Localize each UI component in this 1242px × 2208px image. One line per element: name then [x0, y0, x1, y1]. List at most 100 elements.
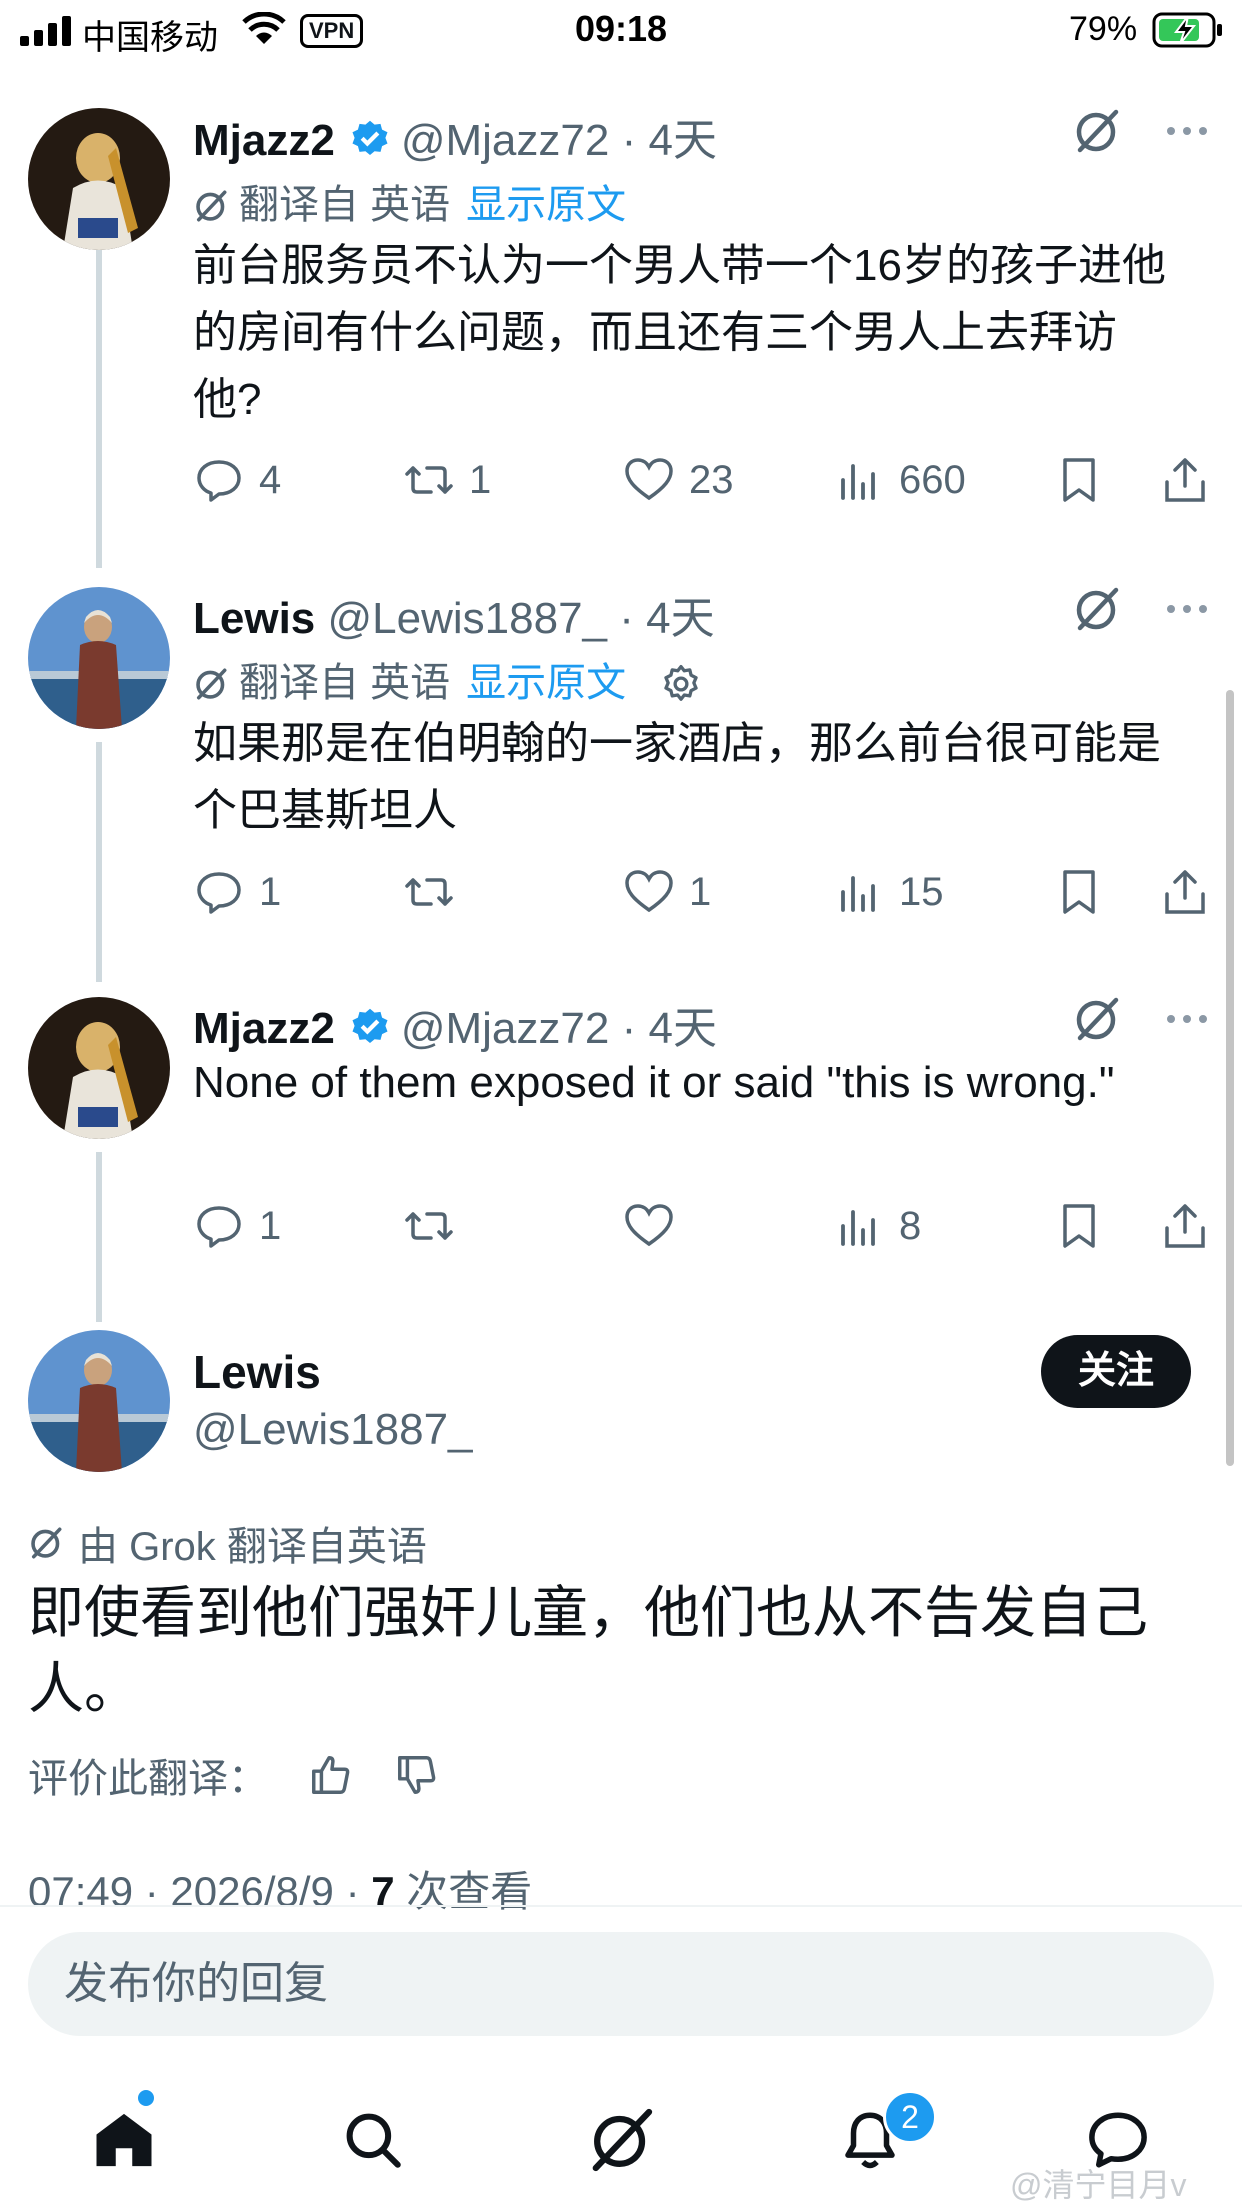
- thread-connector: [96, 742, 102, 982]
- bookmark-icon: [1063, 458, 1095, 502]
- author-handle[interactable]: @Lewis1887_: [328, 594, 608, 643]
- post-meta: 07:49 · 2026/8/9 · 7 次查看: [28, 1858, 532, 1919]
- share-button[interactable]: [1159, 866, 1211, 918]
- bookmark-button[interactable]: [1053, 1200, 1105, 1252]
- bookmark-icon: [1063, 1204, 1095, 1248]
- views-label: 次查看: [394, 1868, 533, 1915]
- bookmark-button[interactable]: [1053, 866, 1105, 918]
- tweet-text: 如果那是在伯明翰的一家酒店，那么前台很可能是个巴基斯坦人: [193, 719, 1161, 835]
- repost-count: 1: [469, 457, 492, 502]
- reply-count: 1: [259, 869, 282, 914]
- like-count: 1: [689, 869, 712, 914]
- home-icon: [96, 2113, 152, 2167]
- view-count: 660: [899, 457, 966, 502]
- share-icon: [1165, 1204, 1205, 1248]
- home-tab[interactable]: [84, 2100, 164, 2180]
- reply-icon: [197, 872, 241, 914]
- action-bar: 1 8: [193, 1200, 1213, 1256]
- translate-icon: [196, 668, 227, 700]
- author-handle[interactable]: @Mjazz72: [401, 1004, 610, 1053]
- watermark: @清宁目月v: [1010, 2167, 1187, 2203]
- settings-icon[interactable]: [659, 662, 703, 706]
- reply-icon: [197, 460, 241, 502]
- repost-button[interactable]: 1: [403, 454, 491, 506]
- reply-count: 1: [259, 1203, 282, 1248]
- more-options-icon[interactable]: [1162, 584, 1212, 634]
- grok-icon[interactable]: [1072, 106, 1122, 156]
- repost-button[interactable]: [403, 866, 469, 918]
- repost-icon: [405, 878, 453, 906]
- show-original-link[interactable]: 显示原文: [466, 661, 626, 705]
- translate-icon: [196, 190, 227, 222]
- new-posts-indicator: [138, 2090, 154, 2106]
- battery-charging-icon: [1152, 12, 1222, 48]
- post-time[interactable]: 4天: [648, 1004, 716, 1053]
- like-button[interactable]: [623, 1200, 689, 1252]
- bookmark-button[interactable]: [1053, 454, 1105, 506]
- avatar[interactable]: [28, 587, 170, 729]
- author-handle[interactable]: @Mjazz72: [401, 116, 610, 165]
- share-icon: [1165, 870, 1205, 914]
- share-icon: [1165, 458, 1205, 502]
- grok-icon: [31, 1527, 62, 1559]
- repost-button[interactable]: [403, 1200, 469, 1252]
- translated-from-label: 翻译自 英语: [239, 661, 451, 705]
- grok-icon[interactable]: [1072, 994, 1122, 1044]
- tweet-text: 前台服务员不认为一个男人带一个16岁的孩子进他的房间有什么问题，而且还有三个男人…: [193, 241, 1166, 424]
- grok-icon[interactable]: [1072, 584, 1122, 634]
- reply-button[interactable]: 1: [193, 1200, 281, 1252]
- reply-count: 4: [259, 457, 282, 502]
- thread-connector: [96, 250, 102, 568]
- show-original-link[interactable]: 显示原文: [466, 183, 626, 227]
- grok-translation-note: 由 Grok 翻译自英语: [78, 1525, 427, 1569]
- views-count[interactable]: 7: [371, 1868, 394, 1915]
- like-button[interactable]: 23: [623, 454, 734, 506]
- notifications-badge: 2: [883, 2090, 937, 2144]
- reply-input[interactable]: 发布你的回复: [28, 1932, 1214, 2036]
- bookmark-icon: [1063, 870, 1095, 914]
- repost-icon: [405, 1212, 453, 1240]
- repost-icon: [405, 466, 453, 494]
- views-icon: [841, 1210, 875, 1246]
- like-button[interactable]: 1: [623, 866, 711, 918]
- views-button[interactable]: 8: [833, 1200, 921, 1252]
- reply-button[interactable]: 4: [193, 454, 281, 506]
- thread-connector: [96, 1152, 102, 1322]
- author-name[interactable]: Lewis: [193, 1345, 321, 1399]
- action-bar: 4 1 23 660: [193, 454, 1213, 510]
- post-time[interactable]: 4天: [646, 594, 714, 643]
- views-button[interactable]: 15: [833, 866, 944, 918]
- views-icon: [841, 876, 875, 912]
- author-name[interactable]: Lewis: [193, 594, 315, 643]
- more-options-icon[interactable]: [1162, 994, 1212, 1044]
- reply-icon: [197, 1206, 241, 1248]
- verified-badge-icon: [352, 120, 388, 156]
- grok-tab[interactable]: [581, 2100, 661, 2180]
- thumbs-down-icon[interactable]: [394, 1752, 440, 1798]
- views-button[interactable]: 660: [833, 454, 966, 506]
- scrollbar[interactable]: [1226, 690, 1234, 1466]
- grok-icon: [592, 2108, 653, 2172]
- post-timestamp: 07:49 · 2026/8/9 ·: [28, 1868, 372, 1915]
- avatar[interactable]: [28, 997, 170, 1139]
- action-bar: 1 1 15: [193, 866, 1213, 922]
- author-handle[interactable]: @Lewis1887_: [193, 1405, 473, 1455]
- view-count: 8: [899, 1203, 922, 1248]
- search-tab[interactable]: [333, 2100, 413, 2180]
- post-time[interactable]: 4天: [648, 116, 716, 165]
- reply-button[interactable]: 1: [193, 866, 281, 918]
- status-bar: 中国移动 VPN 09:18 79%: [0, 0, 1242, 62]
- more-options-icon[interactable]: [1162, 106, 1212, 156]
- thumbs-up-icon[interactable]: [308, 1752, 354, 1798]
- share-button[interactable]: [1159, 1200, 1211, 1252]
- battery-percent: 79%: [1069, 10, 1138, 48]
- avatar[interactable]: [28, 1330, 170, 1472]
- author-name[interactable]: Mjazz2: [193, 1004, 335, 1053]
- heart-icon: [625, 458, 673, 501]
- author-name[interactable]: Mjazz2: [193, 116, 335, 165]
- views-icon: [841, 464, 875, 500]
- tweet-text: 即使看到他们强奸儿童，他们也从不告发自己人。: [28, 1581, 1148, 1720]
- avatar[interactable]: [28, 108, 170, 250]
- follow-button[interactable]: 关注: [1041, 1335, 1191, 1408]
- share-button[interactable]: [1159, 454, 1211, 506]
